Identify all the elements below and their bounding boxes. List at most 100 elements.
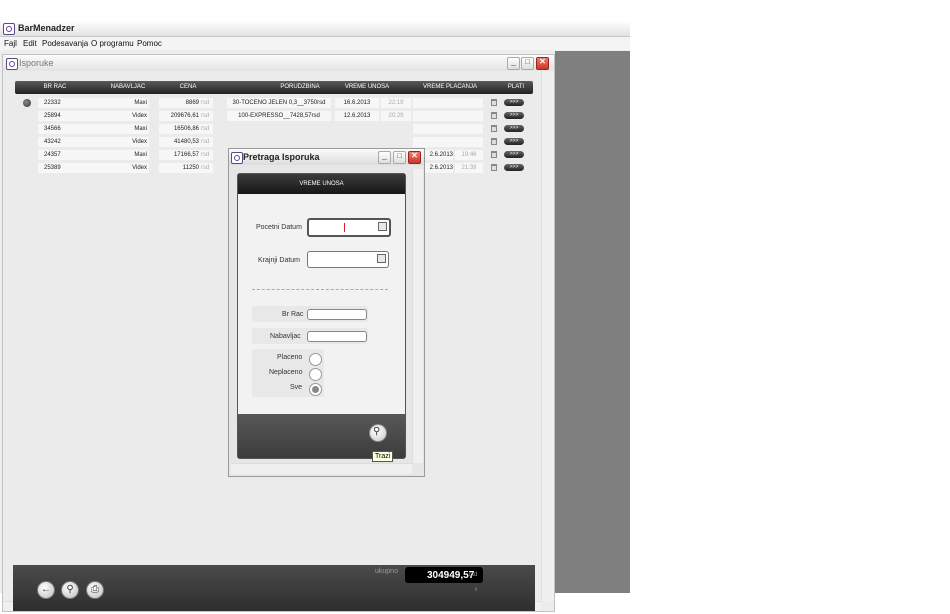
vertical-scrollbar[interactable]	[541, 71, 554, 601]
cell-unos-date: 16.6.2013	[335, 98, 379, 108]
print-button[interactable]: ⎙	[86, 581, 104, 599]
arrow-left-icon: ←	[41, 584, 51, 595]
cell-porudzbina: 30-TOCENO JELEN 0,3__3750rsd	[227, 98, 331, 108]
close-button[interactable]: ✕	[536, 57, 549, 70]
cell-br-rac: 25389	[38, 163, 76, 173]
trash-icon[interactable]	[491, 151, 497, 158]
isporuke-footer: ← ⚲ ⎙ ukupno 304949,57 rsd ti	[13, 565, 535, 611]
trazi-tooltip: Trazi	[372, 451, 394, 462]
neplaceno-radio[interactable]	[309, 368, 322, 381]
sve-label: Sve	[290, 384, 303, 391]
maximize-icon: □	[525, 57, 530, 66]
cell-nabavljac: Maxi	[75, 98, 149, 108]
trash-icon[interactable]	[491, 125, 497, 132]
menu-podesavanja[interactable]: Podesavanja	[42, 39, 88, 48]
placeno-label: Placeno	[277, 354, 303, 361]
close-icon: ✕	[411, 151, 418, 160]
minimize-icon: _	[511, 57, 516, 66]
cell-br-rac: 43242	[38, 137, 76, 147]
dialog-vertical-scrollbar[interactable]	[412, 169, 423, 463]
col-vreme-unosa[interactable]: VREME UNOSA	[337, 84, 397, 90]
row-selected-indicator[interactable]	[23, 99, 31, 107]
sve-radio[interactable]	[309, 383, 322, 396]
dialog-horizontal-scrollbar[interactable]	[231, 463, 412, 474]
cell-porudzbina: 100-EXPRESSO__7428,57rsd	[227, 111, 331, 121]
maximize-icon: □	[397, 151, 402, 160]
dialog-title: Pretraga Isporuka	[243, 152, 320, 162]
menu-bar: Fajl Edit Podesavanja O programu Pomoc	[0, 37, 630, 50]
cell-placanje-time: 19:46	[455, 150, 483, 160]
maximize-button[interactable]: □	[521, 57, 534, 70]
plati-button[interactable]: >>>	[504, 138, 524, 145]
trash-icon[interactable]	[491, 112, 497, 119]
footer-extra-text: ti	[475, 587, 478, 593]
table-row[interactable]: 25894 Videx 209676,61 rsd 100-EXPRESSO__…	[13, 110, 535, 123]
col-plati[interactable]: PLATI	[505, 84, 527, 90]
minimize-icon: _	[382, 151, 387, 160]
placeno-radio[interactable]	[309, 353, 322, 366]
cell-placanje	[413, 124, 483, 134]
table-header: BR RAC NABAVLJAC CENA PORUDZBINA VREME U…	[15, 81, 533, 94]
search-panel: VREME UNOSA Pocetni Datum Krajnji Datum …	[237, 173, 406, 459]
col-nabavljac[interactable]: NABAVLJAC	[103, 84, 153, 90]
col-porudzbina[interactable]: PORUDZBINA	[270, 84, 330, 90]
ukupno-value: 304949,57	[427, 570, 475, 581]
nabavljac-input[interactable]	[307, 331, 367, 342]
search-icon: ⚲	[66, 584, 74, 595]
table-row[interactable]: 22332 Maxi 8869 rsd 30-TOCENO JELEN 0,3_…	[13, 97, 535, 110]
cell-unos-date: 12.6.2013	[335, 111, 379, 121]
trazi-button[interactable]: ⚲	[369, 424, 387, 442]
desktop-background	[555, 51, 630, 593]
col-vreme-placanja[interactable]: VREME PLACANJA	[415, 84, 485, 90]
cell-cena: 17166,57	[159, 150, 201, 160]
cell-nabavljac: Videx	[75, 163, 149, 173]
menu-edit[interactable]: Edit	[23, 39, 37, 48]
trash-icon[interactable]	[491, 99, 497, 106]
isporuke-window-icon	[6, 58, 18, 70]
calendar-icon[interactable]	[377, 254, 386, 263]
pocetni-datum-label: Pocetni Datum	[256, 224, 302, 231]
calendar-icon[interactable]	[378, 222, 387, 231]
close-icon: ✕	[539, 57, 546, 66]
isporuke-title-bar[interactable]: Isporuke _ □ ✕	[3, 55, 554, 71]
dialog-minimize-button[interactable]: _	[378, 151, 391, 164]
dialog-close-button[interactable]: ✕	[408, 151, 421, 164]
cell-nabavljac: Videx	[75, 137, 149, 147]
cell-cena: 11250	[159, 163, 201, 173]
plati-button[interactable]: >>>	[504, 164, 524, 171]
col-br-rac[interactable]: BR RAC	[43, 84, 67, 90]
plati-button[interactable]: >>>	[504, 112, 524, 119]
search-panel-title: VREME UNOSA	[299, 181, 344, 187]
pretraga-dialog: Pretraga Isporuka _ □ ✕ VREME UNOSA Poce…	[228, 148, 425, 477]
nabavljac-label: Nabavljac	[270, 333, 301, 340]
krajnji-datum-label: Krajnji Datum	[258, 257, 301, 264]
minimize-button[interactable]: _	[507, 57, 520, 70]
br-rac-input[interactable]	[307, 309, 367, 320]
trash-icon[interactable]	[491, 164, 497, 171]
table-row[interactable]: 34566 Maxi 16506,86 rsd >>>	[13, 123, 535, 136]
krajnji-datum-field[interactable]	[307, 251, 389, 268]
plati-button[interactable]: >>>	[504, 125, 524, 132]
pocetni-datum-field[interactable]	[307, 218, 391, 237]
dialog-maximize-button[interactable]: □	[393, 151, 406, 164]
app-title-bar: BarMenadzer	[0, 21, 630, 37]
menu-pomoc[interactable]: Pomoc	[137, 39, 162, 48]
search-button[interactable]: ⚲	[61, 581, 79, 599]
menu-o-programu[interactable]: O programu	[91, 39, 134, 48]
cell-cena: 209676,61	[159, 111, 201, 121]
isporuke-title: Isporuke	[19, 58, 54, 68]
back-button[interactable]: ←	[37, 581, 55, 599]
plati-button[interactable]: >>>	[504, 151, 524, 158]
trash-icon[interactable]	[491, 138, 497, 145]
col-cena[interactable]: CENA	[175, 84, 201, 90]
cell-cena: 16506,86	[159, 124, 201, 134]
ukupno-label: ukupno	[375, 568, 398, 575]
menu-fajl[interactable]: Fajl	[4, 39, 17, 48]
dialog-title-bar[interactable]: Pretraga Isporuka _ □ ✕	[229, 149, 424, 165]
cell-placanje	[413, 98, 483, 108]
cell-br-rac: 25894	[38, 111, 76, 121]
plati-button[interactable]: >>>	[504, 99, 524, 106]
ukupno-unit: rsd	[469, 572, 478, 578]
dialog-window-icon	[231, 152, 243, 164]
cell-placanje-time: 21:39	[455, 163, 483, 173]
